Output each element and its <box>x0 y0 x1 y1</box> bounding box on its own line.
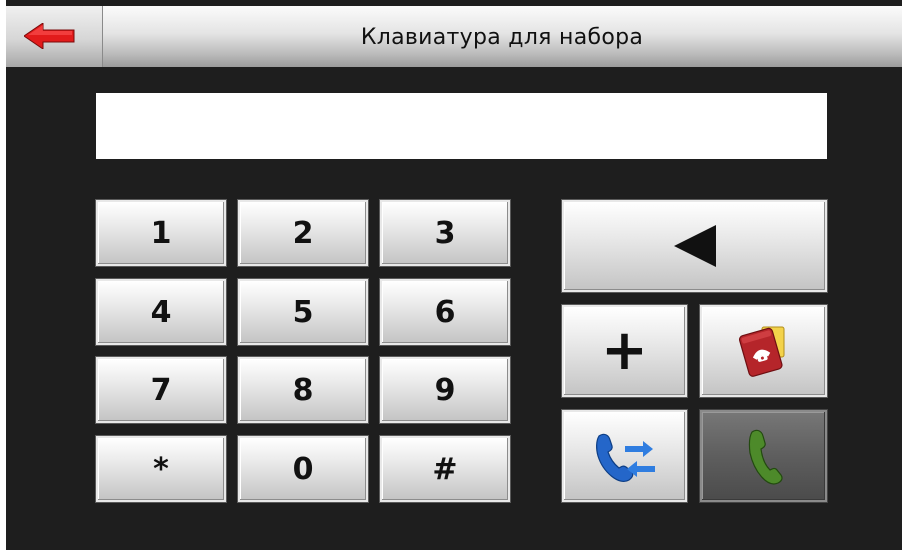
page-title: Клавиатура для набора <box>360 25 644 50</box>
dialer-screen: Клавиатура для набора 1 2 3 4 5 6 7 8 9 … <box>6 0 902 550</box>
plus-button[interactable]: + <box>562 305 687 397</box>
key-label: * <box>153 451 169 487</box>
call-handset-icon <box>748 429 783 485</box>
key-4[interactable]: 4 <box>96 279 226 345</box>
number-display-field[interactable] <box>96 93 827 159</box>
key-9[interactable]: 9 <box>380 357 510 423</box>
key-1[interactable]: 1 <box>96 200 226 266</box>
phonebook-icon <box>738 326 784 377</box>
key-label: 9 <box>434 372 456 408</box>
key-label: 2 <box>292 215 314 251</box>
key-label: 4 <box>150 294 172 330</box>
phonebook-button[interactable] <box>700 305 827 397</box>
backspace-triangle-icon <box>673 225 716 267</box>
key-label: 3 <box>434 215 456 251</box>
top-bar: Клавиатура для набора <box>6 6 902 67</box>
key-star[interactable]: * <box>96 436 226 502</box>
call-button[interactable] <box>700 410 827 502</box>
key-8[interactable]: 8 <box>238 357 368 423</box>
key-7[interactable]: 7 <box>96 357 226 423</box>
key-2[interactable]: 2 <box>238 200 368 266</box>
key-label: # <box>432 451 458 487</box>
key-label: 0 <box>292 451 314 487</box>
key-label: 5 <box>292 294 314 330</box>
call-transfer-button[interactable] <box>562 410 687 502</box>
key-0[interactable]: 0 <box>238 436 368 502</box>
plus-label: + <box>601 318 648 383</box>
back-arrow-icon <box>24 23 75 49</box>
key-label: 7 <box>150 372 172 408</box>
key-3[interactable]: 3 <box>380 200 510 266</box>
key-label: 1 <box>150 215 172 251</box>
back-button[interactable] <box>6 6 103 67</box>
key-label: 6 <box>434 294 456 330</box>
call-transfer-icon <box>595 433 655 482</box>
key-hash[interactable]: # <box>380 436 510 502</box>
key-6[interactable]: 6 <box>380 279 510 345</box>
backspace-button[interactable] <box>562 200 827 292</box>
key-5[interactable]: 5 <box>238 279 368 345</box>
key-label: 8 <box>292 372 314 408</box>
